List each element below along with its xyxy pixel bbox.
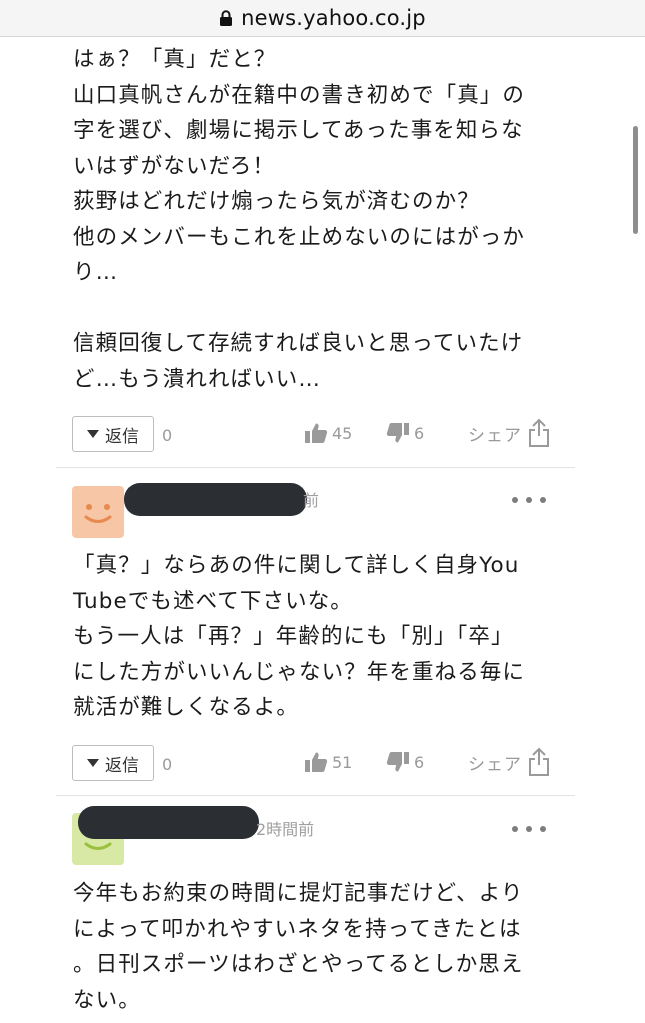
more-icon-dot xyxy=(526,826,532,832)
comment-line: 就活が難しくなるよ。 xyxy=(73,695,300,720)
thumbs-down-icon xyxy=(386,423,409,443)
comment-line: ない。 xyxy=(73,987,141,1013)
comment-actions: 返信 0 45 6 シェア xyxy=(72,416,572,456)
url-text: news.yahoo.co.jp xyxy=(241,6,426,30)
share-button[interactable]: シェア xyxy=(468,418,550,448)
comment-line: いはずがないだろ！ xyxy=(73,153,276,179)
thumbs-down-icon xyxy=(386,752,409,772)
reply-button[interactable]: 返信 xyxy=(72,745,154,781)
share-icon xyxy=(529,418,549,447)
more-icon-dot xyxy=(526,497,532,503)
comment-body: 「真？」ならあの件に関して詳しく自身You Tubeでも述べて下さいな。 もう一… xyxy=(73,548,573,726)
comment-line: はぁ？「真」だと？ xyxy=(73,47,277,72)
comment-line: 山口真帆さんが在籍中の書き初めで「真」の xyxy=(73,82,526,108)
comment-line: もう一人は「再？」年齢的にも「別」「卒」 xyxy=(73,624,514,649)
dislike-count: 6 xyxy=(414,423,425,443)
dislike-button[interactable]: 6 xyxy=(386,751,424,773)
comment-timestamp: 2時間前 xyxy=(256,820,315,839)
comment-actions: 返信 0 51 6 シェア xyxy=(72,745,572,785)
reply-label: 返信 xyxy=(105,755,139,776)
comment-body: 今年もお約束の時間に提灯記事だけど、より によって叩かれやすいネタを持ってきたと… xyxy=(73,876,573,1018)
scrollbar[interactable] xyxy=(633,126,638,234)
redacted-username xyxy=(78,806,259,839)
more-icon-dot xyxy=(540,826,546,832)
comment-line: 荻野はどれだけ煽ったら気が済むのか？ xyxy=(73,189,480,214)
thumbs-up-icon xyxy=(305,752,328,772)
dislike-button[interactable]: 6 xyxy=(386,422,424,444)
comment-line: によって叩かれやすいネタを持ってきたとは xyxy=(73,916,522,942)
like-count: 51 xyxy=(332,752,353,772)
chevron-down-icon xyxy=(87,430,99,438)
more-icon xyxy=(512,497,518,503)
chevron-down-icon xyxy=(87,759,99,767)
avatar[interactable] xyxy=(72,486,124,538)
smiley-face-icon xyxy=(84,504,112,523)
comment-line: にした方がいいんじゃない？年を重ねる毎に xyxy=(73,659,526,685)
comment-body: はぁ？「真」だと？ 山口真帆さんが在籍中の書き初めで「真」の 字を選び、劇場に掲… xyxy=(73,42,573,397)
reply-button[interactable]: 返信 xyxy=(72,416,154,452)
comment-line: 「真？」ならあの件に関して詳しく自身You xyxy=(73,553,520,578)
like-button[interactable]: 45 xyxy=(304,422,352,444)
share-icon xyxy=(529,747,549,776)
reply-label: 返信 xyxy=(105,426,139,447)
share-button[interactable]: シェア xyxy=(468,747,550,777)
more-icon xyxy=(512,826,518,832)
comment-line: ど…もう潰れればいい… xyxy=(73,366,321,392)
comment-line: 今年もお約束の時間に提灯記事だけど、より xyxy=(73,881,524,906)
comment-line: 。日刊スポーツはわざとやってるとしか思え xyxy=(73,952,524,977)
comment-line xyxy=(73,291,573,327)
dislike-count: 6 xyxy=(414,752,425,772)
reply-count: 0 xyxy=(162,426,173,445)
share-label: シェア xyxy=(468,425,522,446)
more-options-button[interactable] xyxy=(512,826,546,832)
reply-count: 0 xyxy=(162,755,173,774)
comment-line: Tubeでも述べて下さいな。 xyxy=(73,588,353,614)
share-label: シェア xyxy=(468,754,522,775)
comment-line: 信頼回復して存続すれば良いと思っていたけ xyxy=(73,331,524,356)
comment-line: 字を選び、劇場に掲示してあった事を知らな xyxy=(73,118,524,143)
comment-line: 他のメンバーもこれを止めないのにはがっか xyxy=(73,224,526,250)
comment-divider xyxy=(56,467,575,468)
lock-icon xyxy=(220,10,233,26)
redacted-username xyxy=(124,483,307,516)
comment-divider xyxy=(56,795,575,796)
comment-line: り… xyxy=(73,260,119,285)
thumbs-up-icon xyxy=(305,423,328,443)
comment-timestamp: 前 xyxy=(303,491,320,510)
more-options-button[interactable] xyxy=(512,497,546,503)
address-bar[interactable]: news.yahoo.co.jp xyxy=(0,0,645,37)
more-icon-dot xyxy=(540,497,546,503)
like-button[interactable]: 51 xyxy=(304,751,352,773)
like-count: 45 xyxy=(332,423,353,443)
